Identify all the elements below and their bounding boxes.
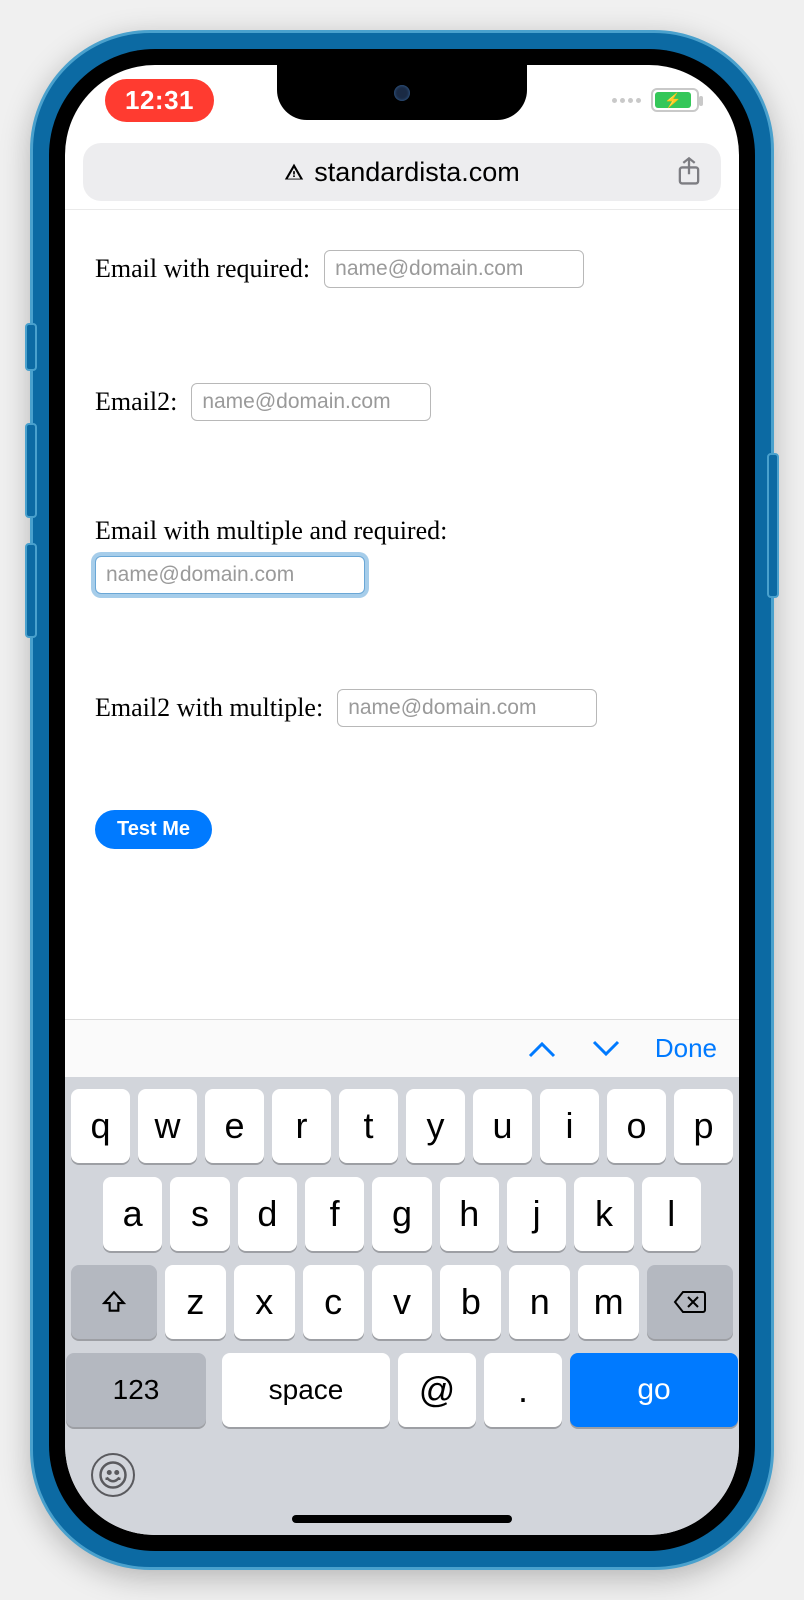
key-f[interactable]: f	[305, 1177, 364, 1251]
key-j[interactable]: j	[507, 1177, 566, 1251]
address-bar[interactable]: standardista.com	[83, 143, 721, 201]
field-email-multiple-required: Email with multiple and required:	[95, 516, 709, 594]
cellular-signal-icon	[612, 98, 641, 103]
keyboard-accessory-bar: Done	[65, 1019, 739, 1077]
phone-frame: 12:31 ⚡ standardista.com	[30, 30, 774, 1570]
space-key[interactable]: space	[222, 1353, 390, 1427]
key-p[interactable]: p	[674, 1089, 733, 1163]
notch	[277, 65, 527, 120]
field-email2: Email2:	[95, 383, 709, 421]
email-multiple-required-input[interactable]	[95, 556, 365, 594]
go-key[interactable]: go	[570, 1353, 738, 1427]
field-label: Email with required:	[95, 254, 310, 284]
key-b[interactable]: b	[440, 1265, 501, 1339]
key-z[interactable]: z	[165, 1265, 226, 1339]
key-r[interactable]: r	[272, 1089, 331, 1163]
status-time-recording-pill[interactable]: 12:31	[105, 79, 214, 122]
numbers-key[interactable]: 123	[66, 1353, 206, 1427]
field-label: Email with multiple and required:	[95, 516, 709, 546]
field-label: Email2 with multiple:	[95, 693, 323, 723]
key-g[interactable]: g	[372, 1177, 431, 1251]
battery-icon: ⚡	[651, 88, 699, 112]
field-email-required: Email with required:	[95, 250, 709, 288]
power-button[interactable]	[767, 453, 779, 598]
volume-down-button[interactable]	[25, 543, 37, 638]
previous-field-button[interactable]	[527, 1039, 557, 1059]
key-q[interactable]: q	[71, 1089, 130, 1163]
key-x[interactable]: x	[234, 1265, 295, 1339]
key-t[interactable]: t	[339, 1089, 398, 1163]
key-d[interactable]: d	[238, 1177, 297, 1251]
email2-multiple-input[interactable]	[337, 689, 597, 727]
key-w[interactable]: w	[138, 1089, 197, 1163]
mute-switch[interactable]	[25, 323, 37, 371]
keyboard-done-button[interactable]: Done	[655, 1033, 717, 1064]
key-o[interactable]: o	[607, 1089, 666, 1163]
key-u[interactable]: u	[473, 1089, 532, 1163]
email2-input[interactable]	[191, 383, 431, 421]
key-h[interactable]: h	[440, 1177, 499, 1251]
key-e[interactable]: e	[205, 1089, 264, 1163]
address-bar-domain: standardista.com	[314, 157, 520, 188]
key-c[interactable]: c	[303, 1265, 364, 1339]
email-required-input[interactable]	[324, 250, 584, 288]
next-field-button[interactable]	[591, 1039, 621, 1059]
charging-bolt-icon: ⚡	[664, 92, 681, 109]
at-key[interactable]: @	[398, 1353, 476, 1427]
page-content: Email with required: Email2: Email with …	[65, 210, 739, 849]
volume-up-button[interactable]	[25, 423, 37, 518]
share-icon[interactable]	[675, 156, 703, 188]
key-k[interactable]: k	[574, 1177, 633, 1251]
key-n[interactable]: n	[509, 1265, 570, 1339]
key-m[interactable]: m	[578, 1265, 639, 1339]
field-label: Email2:	[95, 387, 177, 417]
key-y[interactable]: y	[406, 1089, 465, 1163]
emoji-keyboard-button[interactable]	[91, 1453, 135, 1497]
home-indicator[interactable]	[292, 1515, 512, 1523]
on-screen-keyboard: q w e r t y u i o p a s d f g h	[65, 1077, 739, 1535]
dot-key[interactable]: .	[484, 1353, 562, 1427]
not-secure-warning-icon	[284, 162, 304, 182]
key-v[interactable]: v	[372, 1265, 433, 1339]
key-i[interactable]: i	[540, 1089, 599, 1163]
key-l[interactable]: l	[642, 1177, 701, 1251]
key-a[interactable]: a	[103, 1177, 162, 1251]
shift-key[interactable]	[71, 1265, 157, 1339]
key-s[interactable]: s	[170, 1177, 229, 1251]
test-me-button[interactable]: Test Me	[95, 810, 212, 849]
backspace-key[interactable]	[647, 1265, 733, 1339]
field-email2-multiple: Email2 with multiple:	[95, 689, 709, 727]
